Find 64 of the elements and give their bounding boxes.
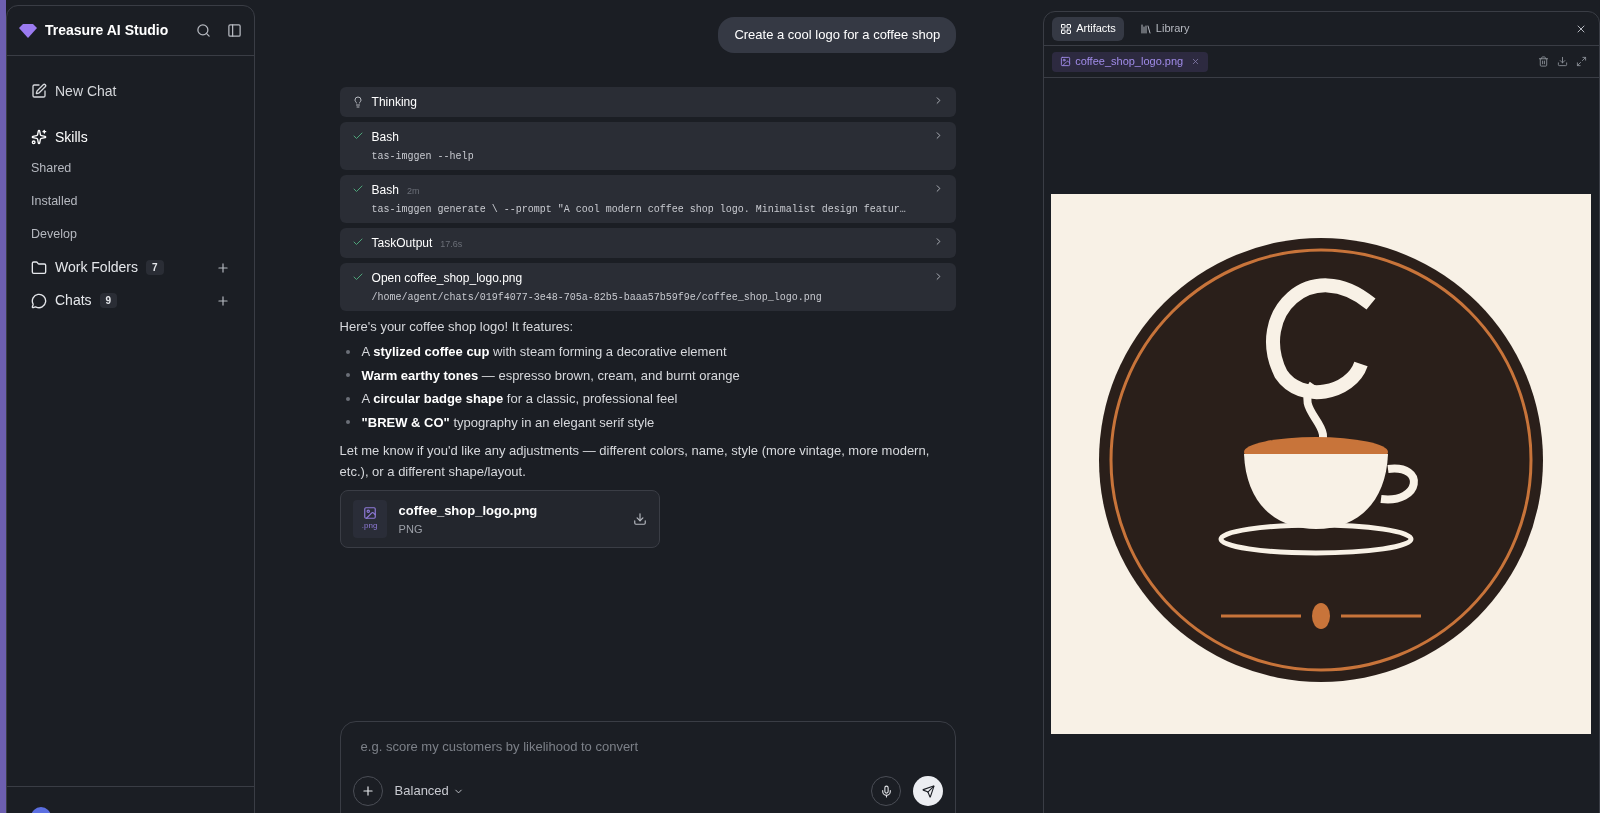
download-icon[interactable] (1557, 56, 1568, 67)
user-message: Create a cool logo for a coffee shop (718, 17, 957, 53)
step-command: tas-imggen generate \ --prompt "A cool modern coffee shop logo. Minimalist design featur… (371, 202, 907, 217)
reply-text: Let me know if you'd like any adjustments — different colors, name, style (more vintage, more modern, etc.), or a different shape/layout. (339, 442, 931, 481)
file-type: PNG (398, 521, 424, 537)
microphone-icon (879, 784, 893, 798)
step-duration: 17.6s (440, 237, 463, 251)
tool-step[interactable]: Bash 2m tas-imggen generate \ --prompt "A cool modern coffee shop logo. Minimalist design featur… (339, 174, 957, 223)
step-command: tas-imggen --help (371, 149, 475, 164)
expand-icon[interactable] (1576, 56, 1587, 67)
image-icon (362, 506, 377, 520)
add-icon[interactable] (215, 260, 230, 275)
message-input[interactable]: e.g. score my customers by likelihood to convert (352, 737, 944, 757)
close-icon (1191, 57, 1201, 66)
sidebar-toggle-icon[interactable] (226, 23, 242, 38)
file-tab[interactable]: coffee_shop_logo.png (1052, 51, 1209, 72)
bullet-text: Warm earthy tones — espresso brown, cream, and burnt orange (361, 366, 740, 385)
sidebar-section[interactable]: Work Folders (31, 257, 138, 278)
lightbulb-icon (351, 95, 364, 108)
grid-icon (1060, 22, 1073, 35)
step-duration: 2m (406, 184, 420, 198)
chat-bubble-icon (31, 292, 47, 309)
step-command: /home/agent/chats/019f4077-3e48-705a-82b5-baaa57b59f9e/coffee_shop_logo.png (371, 290, 823, 305)
download-icon[interactable] (632, 512, 647, 526)
library-icon (1139, 22, 1152, 35)
step-title: Bash (371, 128, 399, 146)
trash-icon[interactable] (1538, 56, 1549, 67)
bullet-text: A stylized coffee cup with steam forming a decorative element (361, 343, 727, 361)
count-badge: 7 (146, 260, 164, 275)
step-title: TaskOutput (371, 234, 433, 252)
reply-text: Here's your coffee shop logo! It features: (339, 317, 575, 336)
folder-icon (31, 259, 47, 276)
skills-item[interactable]: Skills (31, 122, 230, 152)
edit-icon (31, 83, 47, 99)
step-title: Thinking (371, 93, 417, 111)
bullet-text: A circular badge shape for a classic, professional feel (361, 390, 678, 408)
search-icon[interactable] (195, 23, 211, 38)
send-icon (921, 784, 935, 798)
skills-subitem[interactable]: Shared (31, 152, 230, 185)
count-badge: 9 (99, 293, 118, 308)
mode-dropdown[interactable]: Balanced (394, 781, 464, 801)
tool-step[interactable]: TaskOutput 17.6s (339, 227, 957, 258)
sidebar-section[interactable]: Chats (31, 290, 92, 311)
file-extension: .png (361, 520, 378, 532)
gem-icon (19, 23, 37, 38)
tool-step[interactable]: Open coffee_shop_logo.png /home/agent/chats/019f4077-3e48-705a-82b5-baaa57b59f9e/coffee_shop_logo.png (339, 262, 957, 311)
panel-tab[interactable]: Artifacts (1052, 16, 1124, 41)
new-chat-button[interactable]: New Chat (31, 76, 230, 106)
panel-tab[interactable]: Library (1131, 16, 1198, 41)
step-title: Open coffee_shop_logo.png (371, 269, 523, 287)
tool-step[interactable]: Thinking (339, 86, 957, 117)
plus-icon (360, 784, 375, 798)
image-icon (1060, 56, 1072, 67)
skills-subitem[interactable]: Installed (31, 185, 230, 218)
add-icon[interactable] (215, 293, 230, 308)
tool-step[interactable]: Bash tas-imggen --help (339, 121, 957, 170)
bullet-text: "BREW & CO" typography in an elegant serif style (361, 413, 655, 432)
app-title: Treasure AI Studio (45, 21, 169, 40)
step-title: Bash (371, 181, 399, 199)
send-button[interactable] (913, 776, 944, 806)
sparkles-icon (31, 129, 47, 145)
skills-subitem[interactable]: Develop (31, 218, 230, 251)
attachment-card[interactable]: .png coffee_shop_logo.png PNG (339, 490, 660, 548)
file-name: coffee_shop_logo.png (398, 502, 539, 520)
